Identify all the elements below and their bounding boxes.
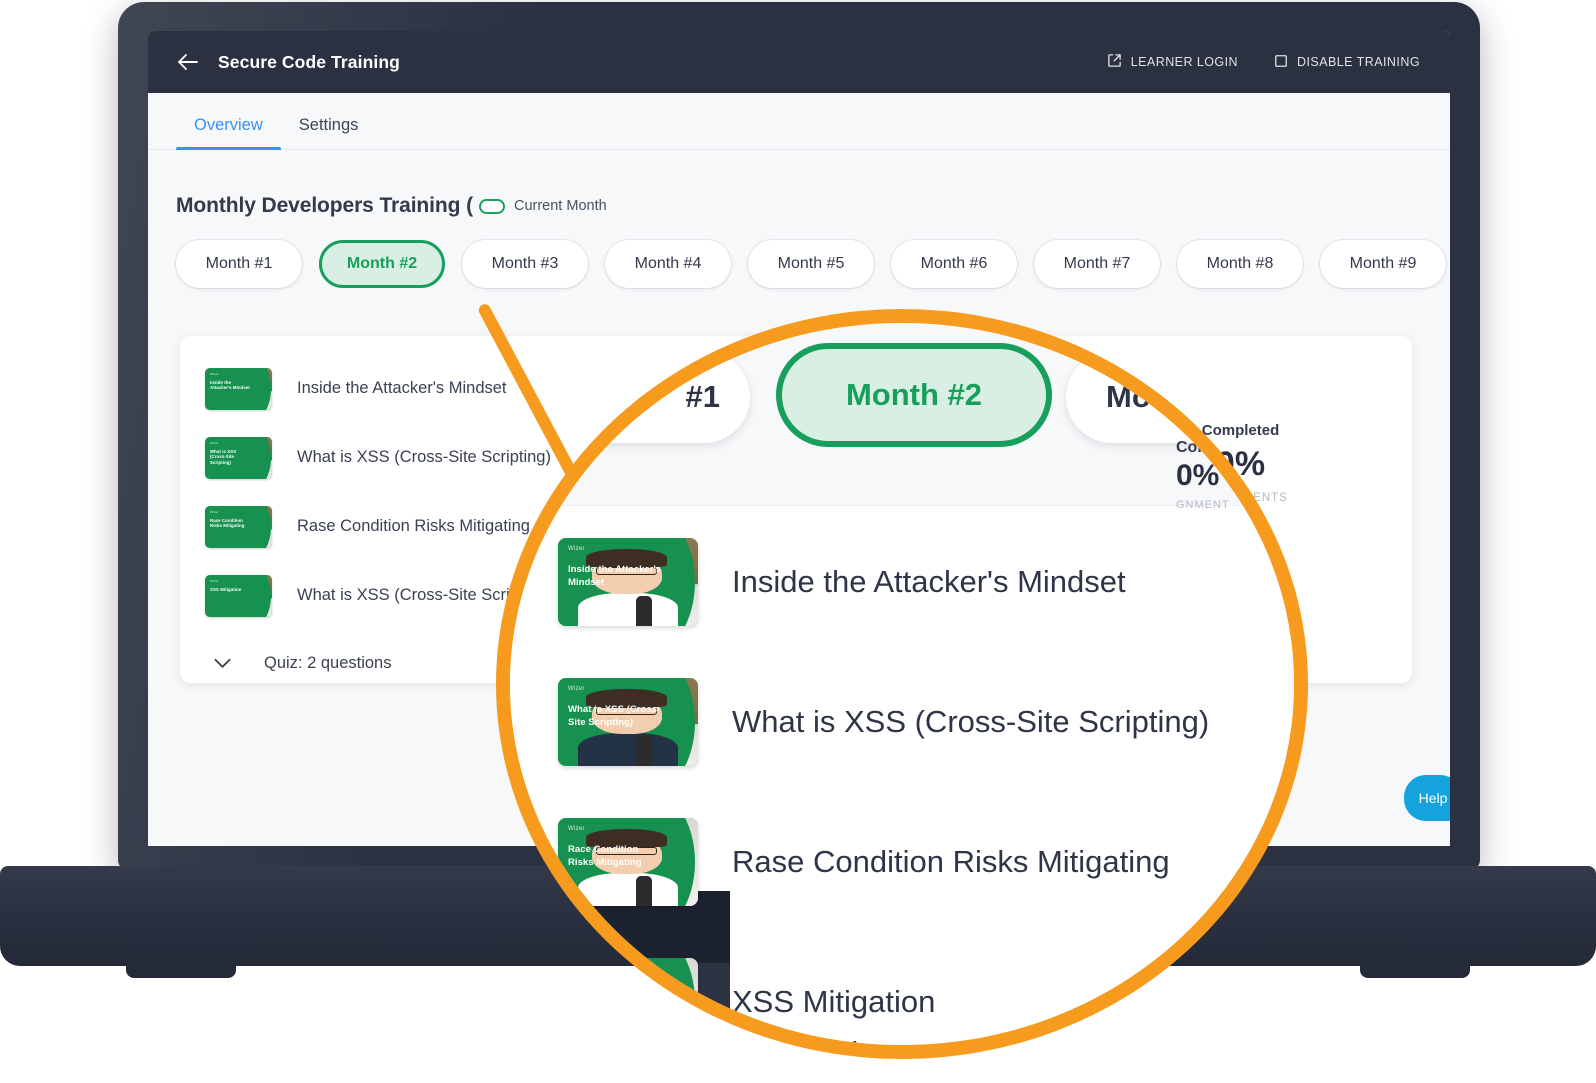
thumb-brand: Wizer: [568, 966, 585, 972]
tab-settings[interactable]: Settings: [281, 116, 377, 149]
month-chip-1[interactable]: Month #1: [176, 240, 302, 288]
course-name: Inside the Attacker's Mindset: [732, 564, 1126, 599]
magnified-list-item[interactable]: Wizer Inside the Attacker's Mindset Insi…: [558, 538, 1294, 626]
month-chip-row: Month #1 Month #2 Month #3 Month #4 Mont…: [148, 218, 1450, 288]
thumb-title: What is XSS (Cross-Site Scripting): [210, 448, 237, 465]
disable-training-label: DISABLE TRAINING: [1297, 55, 1420, 69]
magnifier-content: et cripting) igating cripting) #1 Mo Mon…: [510, 323, 1294, 1059]
thumb-brand: Wizer: [210, 440, 219, 445]
stop-square-icon: [1274, 54, 1288, 71]
course-thumbnail: Wizer Race Condition Risks Mitigating: [558, 818, 698, 906]
month-chip-8[interactable]: Month #8: [1177, 240, 1303, 288]
magnified-quiz-label: estions: [810, 1035, 909, 1059]
back-arrow-icon[interactable]: [175, 49, 201, 75]
app-header: Secure Code Training LEARNER LOGIN DISAB…: [148, 31, 1450, 93]
course-thumbnail: Wizer Race Condition Risks Mitigating: [205, 505, 272, 548]
thumb-title: What is XSS (Cross-Site Scripting): [568, 704, 661, 728]
course-name: XSS Mitigation: [732, 984, 936, 1019]
pill-toggle-icon[interactable]: [478, 198, 505, 214]
magnified-stats-label: Completed: [1176, 439, 1259, 456]
magnified-stats-sublabel: GNMENT: [1176, 499, 1230, 511]
thumb-brand: Wizer: [568, 546, 585, 552]
laptop-foot-left: [126, 962, 236, 978]
current-month-label: Current Month: [513, 198, 607, 214]
help-button[interactable]: Help: [1404, 775, 1450, 821]
disable-training-button[interactable]: DISABLE TRAINING: [1274, 54, 1420, 71]
course-thumbnail: Wizer XSS Mitigation: [558, 958, 698, 1045]
external-link-icon: [1107, 53, 1122, 71]
magnifier-lens: et cripting) igating cripting) #1 Mo Mon…: [496, 309, 1308, 1059]
magnified-list-item[interactable]: Wizer What is XSS (Cross-Site Scripting)…: [558, 678, 1294, 766]
course-name: What is XSS (Cross-Site Scripting): [732, 704, 1210, 739]
thumb-title: Race Condition Risks Mitigating: [568, 844, 642, 868]
magnified-stats-value: 0%: [1176, 459, 1220, 492]
magnified-list-item[interactable]: Wizer XSS Mitigation XSS Mitigation: [558, 958, 1294, 1045]
magnified-month-chip-1[interactable]: #1: [510, 351, 750, 443]
thumb-title: Inside the Attacker's Mindset: [568, 564, 662, 588]
month-chip-5[interactable]: Month #5: [748, 240, 874, 288]
section-title: Monthly Developers Training (: [176, 194, 473, 217]
magnified-month-chip-3[interactable]: Mo: [1066, 351, 1294, 443]
month-chip-4[interactable]: Month #4: [605, 240, 731, 288]
learner-login-label: LEARNER LOGIN: [1130, 55, 1239, 69]
thumb-title: Race Condition Risks Mitigating: [210, 517, 245, 529]
header-actions: LEARNER LOGIN DISABLE TRAINING: [1107, 53, 1420, 71]
learner-login-button[interactable]: LEARNER LOGIN: [1107, 53, 1238, 71]
thumb-brand: Wizer: [568, 826, 585, 832]
quiz-label: Quiz: 2 questions: [264, 653, 392, 672]
thumb-brand: Wizer: [210, 371, 219, 376]
tab-bar: Overview Settings: [148, 93, 1450, 150]
month-chip-3[interactable]: Month #3: [462, 240, 588, 288]
course-thumbnail: Wizer Inside the Attacker's Mindset: [558, 538, 698, 626]
magnified-list-item[interactable]: Wizer Race Condition Risks Mitigating Ra…: [558, 818, 1294, 906]
month-chip-6[interactable]: Month #6: [891, 240, 1017, 288]
page-title: Secure Code Training: [218, 51, 400, 72]
month-chip-2[interactable]: Month #2: [319, 240, 445, 288]
screenshot-stage: Secure Code Training LEARNER LOGIN DISAB…: [0, 0, 1596, 1083]
tab-overview[interactable]: Overview: [176, 116, 281, 150]
thumb-brand: Wizer: [210, 578, 219, 583]
month-chip-7[interactable]: Month #7: [1034, 240, 1160, 288]
thumb-brand: Wizer: [210, 509, 219, 514]
thumb-title: XSS Mitigation: [210, 586, 242, 592]
course-name: Inside the Attacker's Mindset: [297, 379, 507, 397]
thumb-title: Inside the Attacker's Mindset: [210, 379, 250, 391]
month-chip-9[interactable]: Month #9: [1320, 240, 1446, 288]
chevron-down-icon[interactable]: [205, 658, 239, 669]
laptop-foot-right: [1360, 962, 1470, 978]
course-name: Rase Condition Risks Mitigating: [297, 517, 530, 535]
course-name: Rase Condition Risks Mitigating: [732, 844, 1170, 879]
course-thumbnail: Wizer What is XSS (Cross-Site Scripting): [558, 678, 698, 766]
thumb-title: XSS Mitigation: [568, 984, 636, 995]
section-heading: Monthly Developers Training ( Current Mo…: [148, 150, 1450, 218]
thumb-brand: Wizer: [568, 686, 585, 692]
course-thumbnail: Wizer Inside the Attacker's Mindset: [205, 367, 272, 410]
course-thumbnail: Wizer What is XSS (Cross-Site Scripting): [205, 436, 272, 479]
magnified-month-chip-2[interactable]: Month #2: [776, 343, 1052, 447]
course-thumbnail: Wizer XSS Mitigation: [205, 574, 272, 617]
magnified-stats: Completed 0% GNMENT: [1176, 439, 1294, 511]
